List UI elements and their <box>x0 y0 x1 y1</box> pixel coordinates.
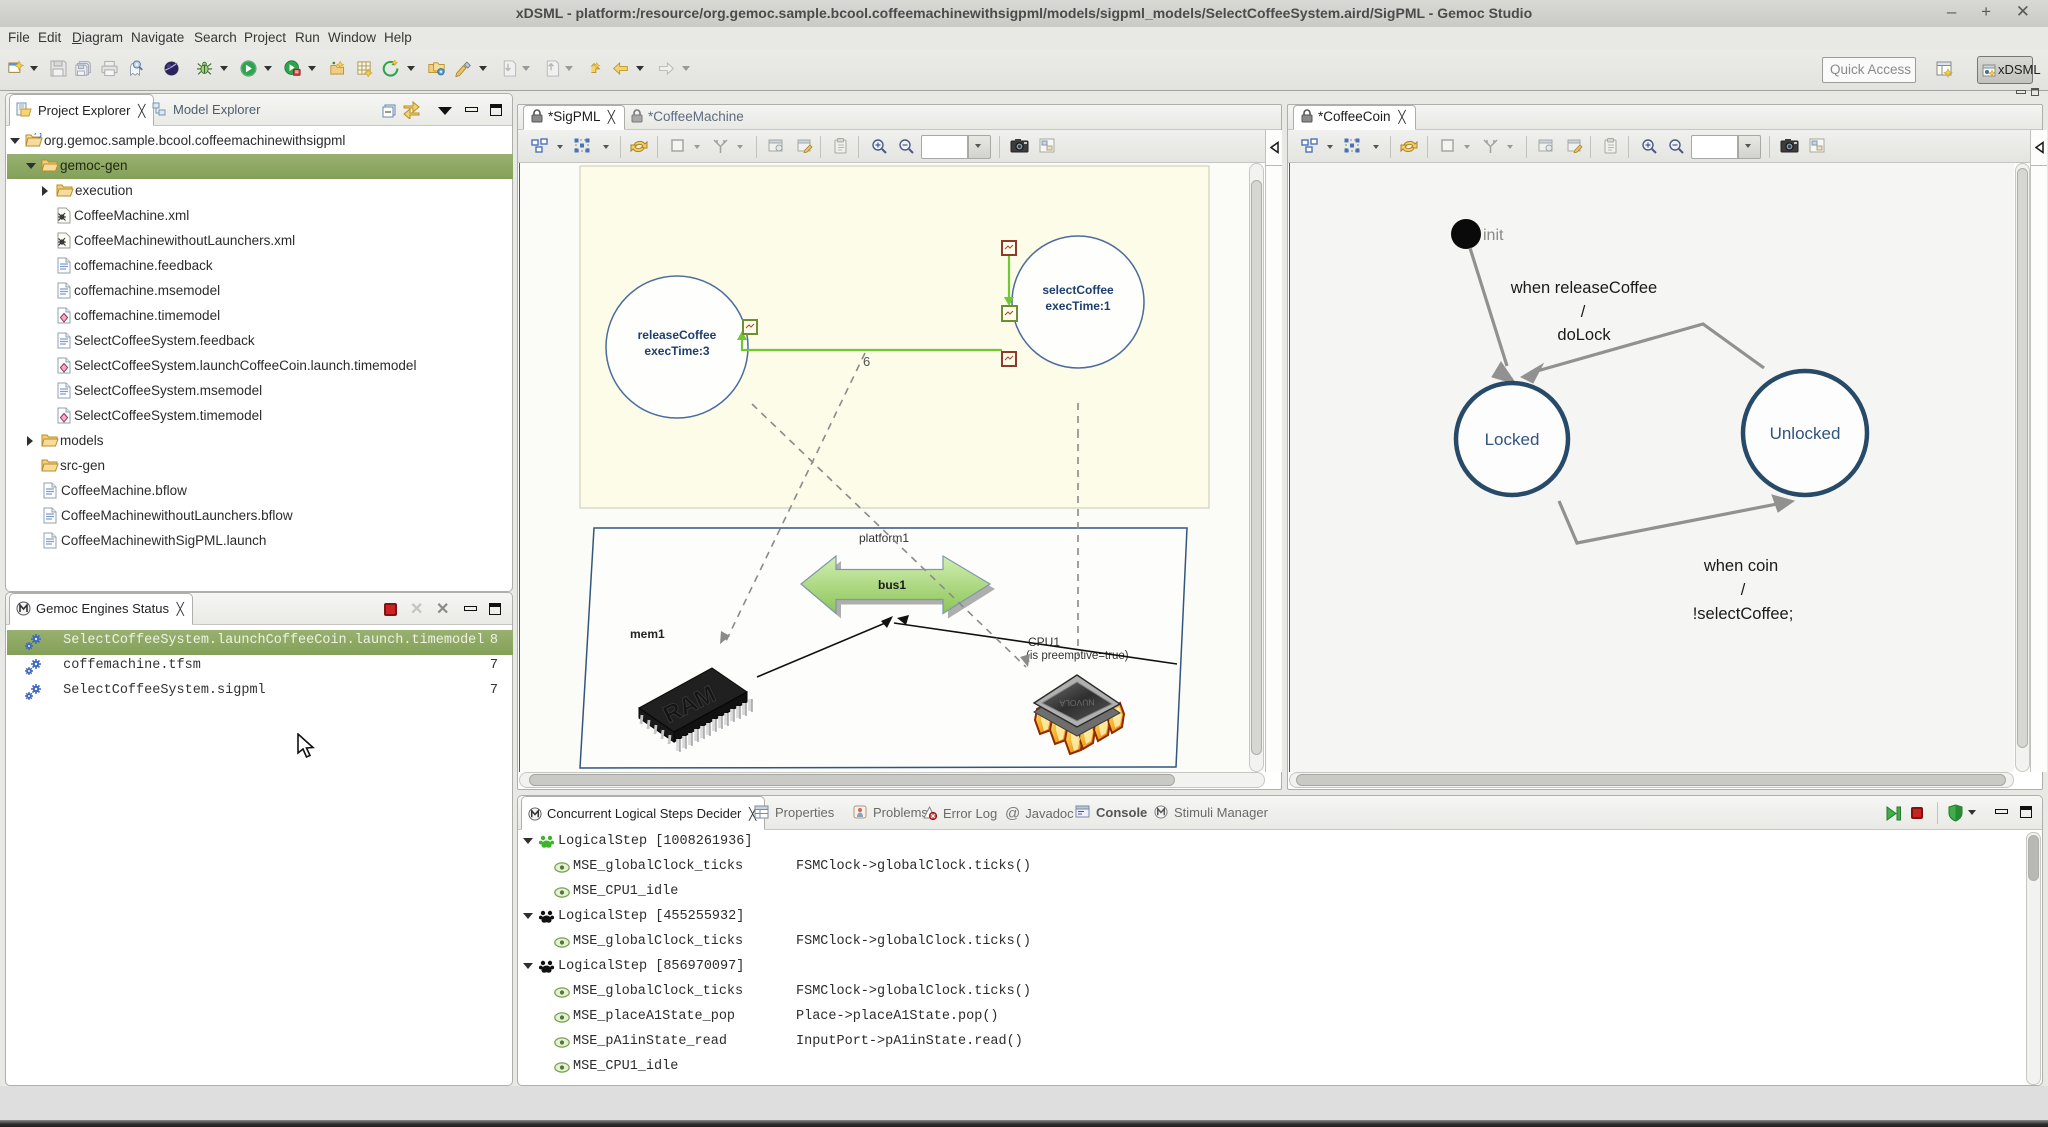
svg-text:releaseCoffee: releaseCoffee <box>638 328 717 342</box>
svg-text:when coin: when coin <box>1703 557 1778 575</box>
svg-text:execTime:3: execTime:3 <box>644 344 709 358</box>
svg-text:/: / <box>1581 303 1586 321</box>
svg-text:Unlocked: Unlocked <box>1770 424 1841 443</box>
svg-text:doLock: doLock <box>1557 326 1611 344</box>
svg-text:mem1: mem1 <box>630 627 665 641</box>
svg-text:init: init <box>1483 227 1504 244</box>
svg-text:platform1: platform1 <box>859 531 909 545</box>
svg-text:/: / <box>1741 581 1746 599</box>
svg-text:selectCoffee: selectCoffee <box>1042 283 1114 297</box>
svg-text:!selectCoffee;: !selectCoffee; <box>1693 605 1794 623</box>
svg-text:Locked: Locked <box>1485 430 1540 449</box>
svg-text:bus1: bus1 <box>878 578 906 592</box>
svg-text:NUVOLA: NUVOLA <box>1059 697 1095 708</box>
svg-text:execTime:1: execTime:1 <box>1045 299 1110 313</box>
svg-text:when releaseCoffee: when releaseCoffee <box>1510 279 1657 297</box>
